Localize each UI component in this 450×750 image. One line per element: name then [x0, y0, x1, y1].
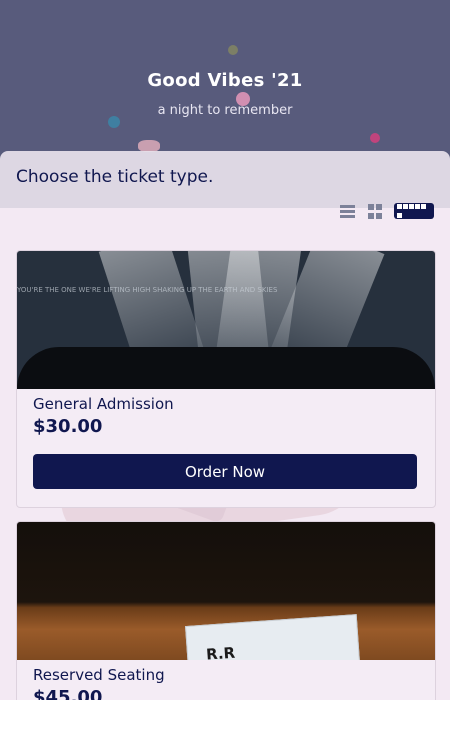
- image-banner-text: YOU'RE THE ONE WE'RE LIFTING HIGH SHAKIN…: [17, 286, 278, 294]
- confetti-dot: [370, 133, 380, 143]
- reserved-table-card-image: R.R: [17, 522, 435, 660]
- crowd-silhouette: [17, 347, 435, 389]
- ticket-type-sheet: Choose the ticket type.: [0, 151, 450, 208]
- event-subtitle: a night to remember: [157, 103, 293, 118]
- order-now-button[interactable]: Order Now: [33, 454, 417, 489]
- concert-crowd-image: YOU'RE THE ONE WE'RE LIFTING HIGH SHAKIN…: [17, 251, 435, 389]
- ticket-type-heading: Choose the ticket type.: [16, 167, 214, 187]
- ticket-price: $30.00: [33, 416, 103, 437]
- list-view-icon[interactable]: [340, 203, 355, 219]
- viewport-bottom-area: [0, 700, 450, 750]
- ticket-card-general-admission: YOU'RE THE ONE WE'RE LIFTING HIGH SHAKIN…: [16, 250, 436, 508]
- ticket-name: General Admission: [33, 395, 174, 413]
- ticket-card-reserved-seating: R.R Reserved Seating $45.00: [16, 521, 436, 723]
- dense-grid-view-icon[interactable]: [394, 203, 434, 219]
- reserved-sign: R.R: [185, 614, 361, 660]
- grid-view-icon[interactable]: [368, 203, 383, 219]
- ticket-name: Reserved Seating: [33, 666, 165, 684]
- confetti-dot: [228, 45, 238, 55]
- event-title: Good Vibes '21: [147, 70, 303, 91]
- reserved-sign-text: R.R: [205, 643, 236, 660]
